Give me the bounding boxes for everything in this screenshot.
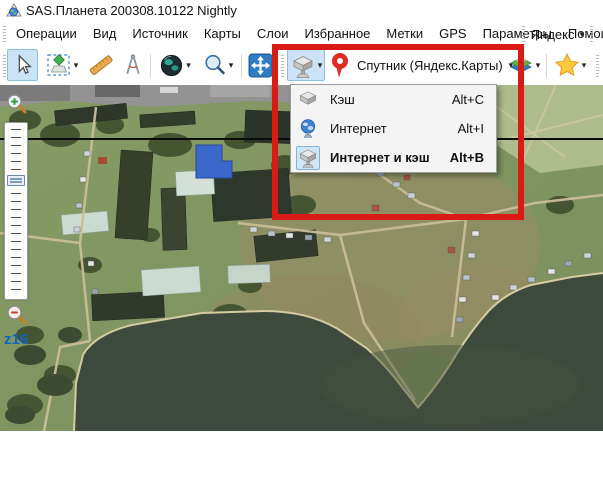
source-menu-item-internet[interactable]: Интернет Alt+I bbox=[291, 114, 496, 143]
zoom-in-icon bbox=[5, 92, 29, 116]
toolbar-gripper bbox=[3, 55, 6, 77]
menu-item-shortcut: Alt+I bbox=[458, 121, 484, 136]
chevron-down-icon: ▾ bbox=[318, 61, 323, 70]
zoom-slider-handle[interactable] bbox=[7, 175, 25, 186]
toolbar-separator bbox=[241, 54, 242, 78]
cursor-tool-button[interactable] bbox=[7, 49, 38, 81]
ruler-button[interactable] bbox=[85, 49, 116, 81]
toolbar-separator bbox=[150, 54, 151, 78]
fullscreen-button[interactable] bbox=[245, 49, 276, 81]
zoom-panel: z16 bbox=[0, 85, 34, 385]
toolbar-gripper bbox=[590, 26, 593, 42]
title-bar: SAS.Планета 200308.10122 Nightly bbox=[0, 0, 603, 22]
menu-item-gps[interactable]: GPS bbox=[431, 22, 474, 46]
menu-item-maps[interactable]: Карты bbox=[196, 22, 249, 46]
cache-box-icon bbox=[296, 88, 320, 112]
chevron-down-icon: ▾ bbox=[229, 61, 234, 70]
toolbar-gripper bbox=[281, 55, 284, 77]
toolbar-separator bbox=[546, 54, 547, 78]
menu-item-label: Интернет bbox=[330, 121, 387, 136]
menu-item-yandex[interactable]: Яндекс bbox=[531, 27, 575, 42]
window-background bbox=[0, 431, 603, 496]
menu-item-shortcut: Alt+B bbox=[450, 150, 484, 165]
menu-item-marks[interactable]: Метки bbox=[378, 22, 431, 46]
internet-globe-icon bbox=[296, 117, 320, 141]
layers-icon bbox=[508, 53, 534, 77]
zoom-out-button[interactable] bbox=[5, 303, 29, 327]
chevron-down-icon: ▾ bbox=[186, 61, 191, 70]
window-title: SAS.Планета 200308.10122 Nightly bbox=[26, 3, 237, 18]
star-icon bbox=[554, 52, 580, 78]
zoom-box-icon bbox=[203, 53, 227, 77]
menu-item-shortcut: Alt+C bbox=[452, 92, 484, 107]
cache-mode-button[interactable]: ▾ bbox=[287, 49, 325, 81]
menu-bar: Операции Вид Источник Карты Слои Избранн… bbox=[0, 22, 603, 46]
cursor-icon bbox=[12, 54, 34, 76]
zoom-level-label: z16 bbox=[4, 331, 28, 348]
zoom-in-button[interactable] bbox=[5, 92, 29, 116]
layers-button[interactable]: ▾ bbox=[504, 49, 544, 81]
chevron-down-icon: ▾ bbox=[74, 61, 79, 70]
compass-icon bbox=[121, 53, 145, 77]
menu-item-layers[interactable]: Слои bbox=[249, 22, 297, 46]
ruler-icon bbox=[89, 53, 113, 77]
map-source-button[interactable]: Спутник (Яндекс.Карты) ▾ bbox=[352, 49, 518, 81]
toolbar-gripper bbox=[3, 26, 6, 42]
toolbar: ▾ ▾ bbox=[0, 46, 603, 85]
menu-item-source[interactable]: Источник bbox=[124, 22, 196, 46]
zoom-out-icon bbox=[5, 303, 29, 327]
menu-item-label: Кэш bbox=[330, 92, 355, 107]
map-source-label: Спутник (Яндекс.Карты) bbox=[357, 58, 503, 73]
globe-dark-icon bbox=[159, 53, 184, 78]
toolbar-gripper bbox=[596, 55, 599, 77]
cache-mode-icon bbox=[290, 52, 316, 79]
toolbar-gripper bbox=[522, 26, 525, 42]
yandex-pin-icon bbox=[330, 52, 350, 79]
selection-tool-icon bbox=[46, 52, 72, 78]
chevron-down-icon: ▾ bbox=[582, 61, 587, 70]
distance-tool-button[interactable] bbox=[117, 49, 148, 81]
source-menu-item-internet-and-cache[interactable]: Интернет и кэш Alt+B bbox=[291, 143, 496, 172]
menu-item-view[interactable]: Вид bbox=[85, 22, 125, 46]
zoom-slider[interactable] bbox=[4, 122, 28, 300]
selection-tool-button[interactable]: ▾ bbox=[41, 49, 83, 81]
zoom-selection-button[interactable]: ▾ bbox=[198, 49, 238, 81]
cache-box-icon bbox=[296, 146, 320, 170]
menu-item-label: Интернет и кэш bbox=[330, 150, 430, 165]
app-window: SAS.Планета 200308.10122 Nightly Операци… bbox=[0, 0, 603, 496]
menu-item-operations[interactable]: Операции bbox=[8, 22, 85, 46]
yandex-pin bbox=[328, 49, 352, 81]
menu-item-favorites[interactable]: Избранное bbox=[297, 22, 379, 46]
favorites-button[interactable]: ▾ bbox=[550, 49, 590, 81]
source-dropdown-menu: Кэш Alt+C Интернет Alt+I bbox=[290, 84, 497, 173]
chevron-down-icon: ▾ bbox=[536, 61, 541, 70]
chevron-down-icon: ▾ bbox=[579, 30, 584, 39]
zoom-slider-ticks bbox=[11, 129, 21, 293]
fullscreen-icon bbox=[248, 53, 273, 78]
app-icon bbox=[6, 3, 22, 19]
source-menu-item-cache[interactable]: Кэш Alt+C bbox=[291, 85, 496, 114]
map-globe-button[interactable]: ▾ bbox=[154, 49, 196, 81]
